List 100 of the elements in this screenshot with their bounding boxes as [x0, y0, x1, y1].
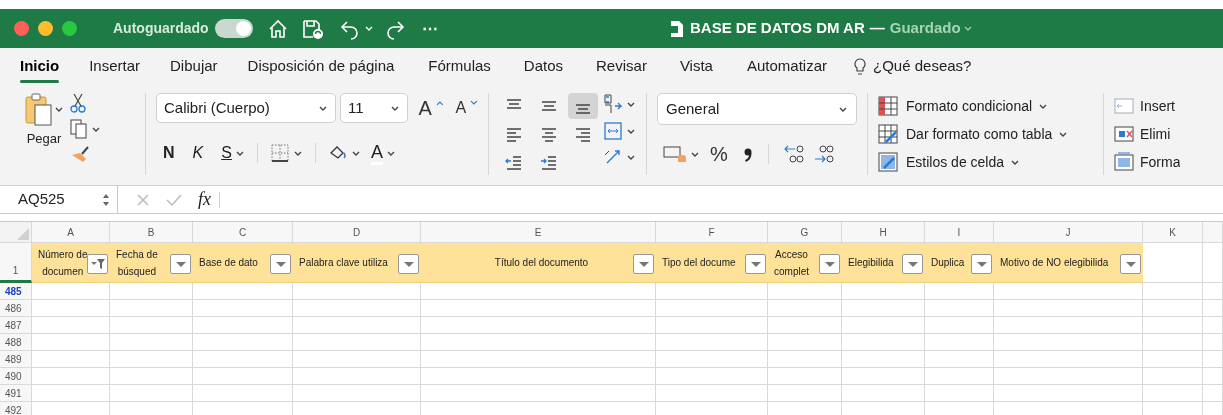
styles-menu-button[interactable]: Estilos de celda — [878, 151, 1093, 173]
ribbon-tab[interactable]: Datos — [523, 48, 564, 85]
number-format-dropdown[interactable]: General — [657, 93, 857, 125]
shrink-font-button[interactable]: A — [455, 96, 467, 120]
row-header[interactable]: 1 — [0, 243, 32, 283]
table-cell — [1143, 283, 1203, 300]
row-header[interactable]: 489 — [0, 351, 32, 368]
save-icon[interactable] — [300, 17, 325, 40]
cells-menu-button[interactable]: Insert — [1114, 95, 1181, 117]
table-cell — [1143, 368, 1203, 385]
insert-cells-icon[interactable] — [1114, 96, 1134, 116]
format-as-table-icon[interactable] — [878, 124, 898, 144]
table-cell — [1143, 243, 1203, 283]
table-cell — [925, 385, 994, 402]
name-box[interactable]: AQ525 — [0, 185, 118, 214]
clipboard-icon[interactable] — [24, 93, 54, 127]
column-header[interactable]: D — [293, 222, 421, 243]
row-header[interactable]: 487 — [0, 317, 32, 334]
ribbon-tab[interactable]: Automatizar — [746, 48, 827, 85]
ribbon-tab[interactable]: Fórmulas — [428, 48, 491, 85]
caret-icon[interactable] — [363, 24, 374, 33]
table-cell — [925, 300, 994, 317]
table-cell — [1203, 243, 1223, 283]
table-cell — [1203, 300, 1223, 317]
down-caret-icon — [470, 100, 478, 106]
title-separator: — — [869, 18, 885, 39]
ribbon-tab[interactable]: Inicio — [20, 48, 60, 85]
tell-me-search[interactable]: ¿Qué deseas? — [873, 55, 972, 78]
scissors-icon[interactable] — [70, 93, 86, 113]
table-header-cell: Número de documen — [32, 243, 110, 283]
table-cell — [1203, 368, 1223, 385]
table-header-cell: Tipo del docume — [656, 243, 768, 283]
conditional-formatting-icon[interactable] — [878, 96, 898, 116]
styles-menu-button[interactable]: Formato condicional — [878, 95, 1093, 117]
delete-cells-icon[interactable] — [1114, 124, 1134, 144]
merge-cells-icon[interactable] — [603, 121, 623, 141]
column-header[interactable]: B — [110, 222, 193, 243]
up-caret-icon — [435, 100, 444, 106]
table-header-cell: Motivo de NO elegibilida — [994, 243, 1143, 283]
triangle-icon — [16, 227, 30, 241]
italic-button[interactable]: K — [192, 141, 204, 165]
column-header[interactable]: K — [1143, 222, 1203, 243]
column-header[interactable]: I — [925, 222, 994, 243]
copy-icon[interactable] — [70, 119, 88, 139]
column-header[interactable]: G — [768, 222, 842, 243]
grow-font-button[interactable]: A — [418, 93, 432, 123]
cell-styles-icon[interactable] — [878, 152, 898, 172]
font-size-dropdown[interactable]: 11 — [340, 93, 409, 123]
row-header[interactable]: 486 — [0, 300, 32, 317]
increase-decimal-icon[interactable] — [812, 144, 835, 164]
lightbulb-icon — [853, 56, 867, 77]
ribbon-tab[interactable]: Disposición de página — [247, 48, 395, 85]
row-header[interactable]: 485 — [0, 283, 32, 300]
cells-menu-button[interactable]: Forma — [1114, 151, 1181, 173]
row-header[interactable]: 491 — [0, 385, 32, 402]
row-header[interactable]: 492 — [0, 402, 32, 415]
table-header-cell: Palabra clave utiliza — [293, 243, 421, 283]
font-name-dropdown[interactable]: Calibri (Cuerpo) — [156, 93, 337, 123]
caret-icon[interactable] — [54, 105, 64, 114]
ribbon-tab[interactable]: Insertar — [89, 48, 141, 85]
autosave-label: Autoguardado — [113, 19, 209, 38]
column-header[interactable]: E — [421, 222, 656, 243]
ribbon-tab[interactable]: Vista — [679, 48, 713, 85]
table-cell — [1203, 351, 1223, 368]
row-header[interactable]: 490 — [0, 368, 32, 385]
underline-button[interactable]: S — [221, 141, 232, 165]
column-header[interactable]: J — [994, 222, 1143, 243]
table-cell — [1203, 334, 1223, 351]
borders-icon[interactable] — [269, 143, 290, 163]
align-bottom-button[interactable] — [568, 93, 599, 119]
table-cell — [1143, 317, 1203, 334]
table-cell — [925, 351, 994, 368]
paste-button[interactable]: Pegar — [24, 93, 64, 149]
table-cell — [1143, 300, 1203, 317]
more-button[interactable]: ⋯ — [421, 16, 438, 41]
format-painter-icon[interactable] — [70, 145, 90, 163]
font-color-button[interactable]: A — [370, 141, 383, 165]
styles-menu-button[interactable]: Dar formato como tabla — [878, 123, 1093, 145]
bold-button[interactable]: N — [163, 141, 175, 165]
percent-button[interactable]: % — [710, 139, 728, 169]
table-cell — [1143, 334, 1203, 351]
autosave-toggle[interactable] — [214, 19, 253, 38]
table-header-cell: Duplica — [925, 243, 994, 283]
column-header[interactable]: C — [193, 222, 293, 243]
decrease-decimal-icon[interactable] — [782, 144, 805, 164]
column-header[interactable]: F — [656, 222, 768, 243]
ribbon-tab[interactable]: Dibujar — [170, 48, 218, 85]
enter-check-icon[interactable] — [166, 192, 182, 207]
cells-menu-button[interactable]: Elimi — [1114, 123, 1181, 145]
column-header[interactable]: A — [32, 222, 110, 243]
ribbon-tab[interactable]: Revisar — [596, 48, 647, 85]
table-cell — [1143, 385, 1203, 402]
table-cell — [1203, 385, 1223, 402]
insert-function-button[interactable]: fx — [198, 186, 211, 213]
row-header[interactable]: 488 — [0, 334, 32, 351]
table-cell — [1203, 283, 1223, 300]
column-header[interactable]: H — [842, 222, 925, 243]
format-cells-icon[interactable] — [1114, 152, 1134, 172]
wrap-text-icon[interactable] — [603, 93, 623, 115]
table-cell — [1143, 351, 1203, 368]
